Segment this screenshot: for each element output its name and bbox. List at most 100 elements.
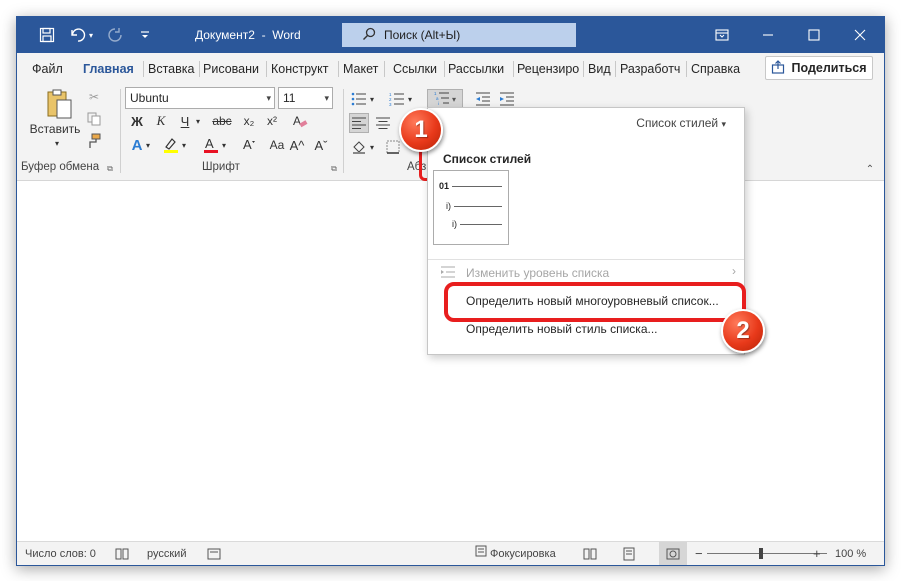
format-painter-icon[interactable]: [83, 131, 105, 151]
read-mode-icon[interactable]: [583, 542, 597, 565]
tab-separator: [384, 61, 385, 77]
svg-text:i: i: [438, 101, 439, 105]
align-center-icon[interactable]: [373, 113, 393, 133]
font-color-icon[interactable]: A: [201, 135, 221, 155]
zoom-level[interactable]: 100 %: [835, 542, 866, 565]
ribbon-display-icon[interactable]: [699, 17, 745, 53]
bold-button[interactable]: Ж: [127, 111, 147, 131]
define-list-style-item[interactable]: Определить новый стиль списка...: [466, 322, 658, 336]
tab-review[interactable]: Рецензиро: [517, 59, 581, 79]
word-window: ▾ Документ2 - Word Поиск (Alt+Ы) Файл Гл…: [16, 16, 885, 566]
font-name-combo[interactable]: Ubuntu ▾: [125, 87, 275, 109]
search-box[interactable]: Поиск (Alt+Ы): [342, 23, 576, 47]
status-bar: Число слов: 0 русский Фокусировка − + 10…: [17, 541, 884, 565]
multilevel-list-icon: 1ai: [434, 91, 450, 108]
tab-insert[interactable]: Вставка: [148, 59, 198, 79]
shading-icon[interactable]: [349, 137, 369, 157]
bullets-icon[interactable]: [349, 89, 369, 109]
svg-text:A: A: [293, 114, 301, 128]
tab-separator: [338, 61, 339, 77]
paste-icon[interactable]: [39, 87, 79, 121]
focus-icon: [475, 542, 487, 565]
align-left-icon[interactable]: [349, 113, 369, 133]
font-color-dropdown-icon[interactable]: ▾: [219, 135, 229, 155]
cut-icon[interactable]: ✂: [83, 87, 105, 107]
subscript-button[interactable]: x₂: [239, 111, 259, 131]
language-indicator[interactable]: русский: [147, 542, 186, 565]
collapse-ribbon-icon[interactable]: ⌃: [863, 163, 877, 175]
thumbnail-line: [452, 185, 503, 187]
underline-dropdown-icon[interactable]: ▾: [193, 111, 203, 131]
change-case-button[interactable]: Aa: [267, 135, 287, 155]
multilevel-list-button[interactable]: 1ai ▾: [427, 89, 463, 109]
clear-formatting-button[interactable]: A: [290, 111, 310, 131]
copy-icon[interactable]: [83, 109, 105, 129]
italic-button[interactable]: К: [151, 111, 171, 131]
font-name-value: Ubuntu: [130, 91, 169, 105]
svg-text:3: 3: [389, 102, 392, 106]
share-icon: [771, 59, 785, 77]
underline-button[interactable]: Ч: [175, 111, 195, 131]
close-icon[interactable]: [837, 17, 883, 53]
superscript-button[interactable]: x²: [262, 111, 282, 131]
zoom-out-button[interactable]: −: [695, 542, 703, 565]
bullets-dropdown-icon[interactable]: ▾: [367, 89, 377, 109]
redo-icon[interactable]: [101, 17, 129, 53]
highlight-icon[interactable]: [161, 135, 181, 155]
tab-file[interactable]: Файл: [32, 59, 63, 79]
change-list-level-item[interactable]: Изменить уровень списка: [466, 266, 609, 280]
customize-qat-icon[interactable]: [131, 17, 159, 53]
tab-developer[interactable]: Разработч: [620, 59, 684, 79]
web-layout-icon[interactable]: [659, 542, 687, 565]
shrink-font-button[interactable]: Aˇ: [311, 135, 331, 155]
undo-icon[interactable]: ▾: [63, 17, 99, 53]
search-icon: [362, 27, 376, 44]
tab-view[interactable]: Вид: [588, 59, 612, 79]
annotation-highlight-define-list: [444, 282, 746, 322]
strikethrough-button[interactable]: abc: [209, 111, 235, 131]
numbering-icon[interactable]: 123: [387, 89, 407, 109]
zoom-slider-track[interactable]: [707, 553, 827, 554]
text-effects-dropdown-icon[interactable]: ▾: [143, 135, 153, 155]
tab-references[interactable]: Ссылки: [393, 59, 439, 79]
decrease-indent-icon[interactable]: [473, 89, 493, 109]
grow-font-button[interactable]: A^: [287, 135, 307, 155]
highlight-dropdown-icon[interactable]: ▾: [179, 135, 189, 155]
accessibility-icon[interactable]: [207, 542, 221, 565]
clipboard-launcher-icon[interactable]: ⧉: [105, 164, 115, 174]
share-button[interactable]: Поделиться: [765, 56, 873, 80]
borders-icon[interactable]: [383, 137, 403, 157]
thumbnail-line: [454, 205, 502, 207]
word-count[interactable]: Число слов: 0: [25, 542, 96, 565]
tab-help[interactable]: Справка: [691, 59, 747, 79]
paste-label[interactable]: Вставить: [27, 121, 83, 137]
list-styles-filter[interactable]: Список стилей ▾: [636, 116, 726, 130]
zoom-slider-thumb[interactable]: [759, 548, 763, 559]
tab-separator: [266, 61, 267, 77]
paste-dropdown-icon[interactable]: ▾: [47, 137, 67, 149]
tab-separator: [513, 61, 514, 77]
shading-dropdown-icon[interactable]: ▾: [367, 137, 377, 157]
tab-home[interactable]: Главная: [83, 59, 134, 79]
increase-indent-icon[interactable]: [497, 89, 517, 109]
font-color-picker-icon[interactable]: A: [239, 135, 259, 155]
maximize-icon[interactable]: [791, 17, 837, 53]
zoom-in-button[interactable]: +: [813, 542, 821, 565]
proofing-icon[interactable]: [115, 542, 129, 565]
tab-layout[interactable]: Макет: [343, 59, 383, 79]
numbering-dropdown-icon[interactable]: ▾: [405, 89, 415, 109]
tab-separator: [199, 61, 200, 77]
font-launcher-icon[interactable]: ⧉: [329, 164, 339, 174]
tab-design[interactable]: Конструкт: [271, 59, 337, 79]
tab-separator: [615, 61, 616, 77]
save-icon[interactable]: [33, 17, 61, 53]
tab-mailings[interactable]: Рассылки: [448, 59, 508, 79]
focus-mode[interactable]: Фокусировка: [475, 542, 556, 565]
font-size-combo[interactable]: 11 ▾: [278, 87, 333, 109]
list-style-thumbnail[interactable]: 01 i) i): [433, 170, 509, 245]
print-layout-icon[interactable]: [623, 542, 635, 565]
chevron-down-icon: ▾: [721, 119, 726, 129]
tab-draw[interactable]: Рисовани: [203, 59, 265, 79]
minimize-icon[interactable]: [745, 17, 791, 53]
tab-separator: [143, 61, 144, 77]
